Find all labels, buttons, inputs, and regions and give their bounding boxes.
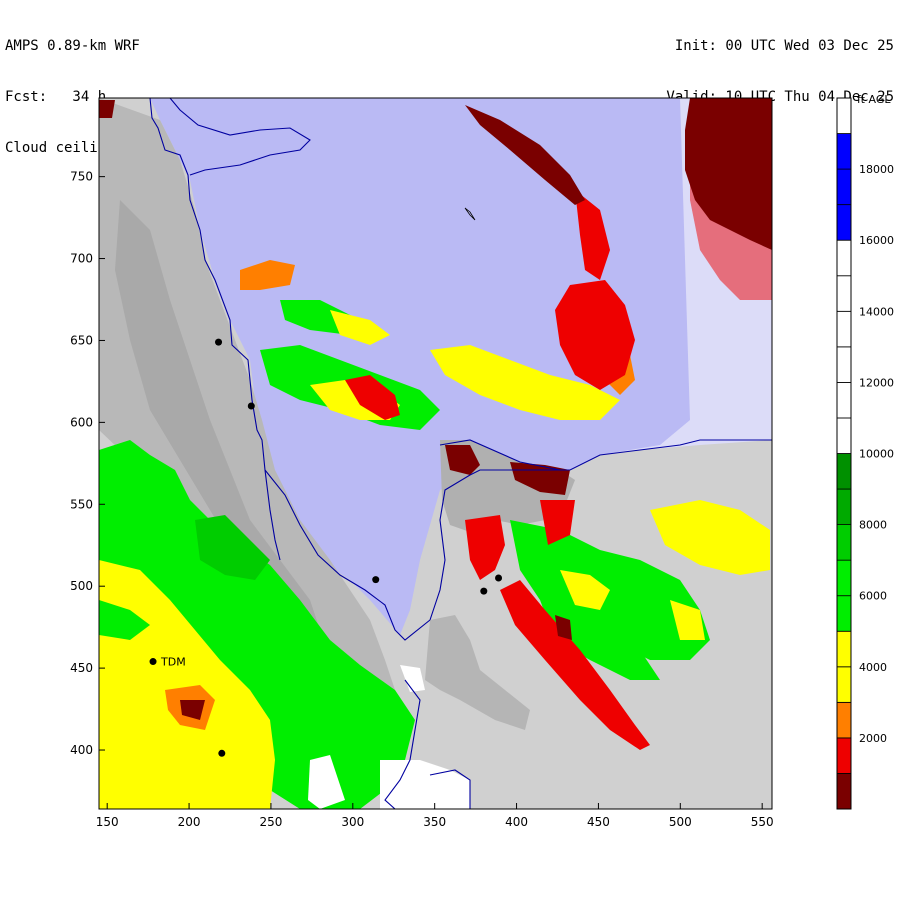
x-tick-label: 400 xyxy=(505,815,528,829)
colorbar-bin xyxy=(836,630,852,668)
colorbar-unit: ft AGL xyxy=(857,93,891,106)
colorbar-bin xyxy=(836,666,852,703)
x-tick-label: 500 xyxy=(669,815,692,829)
colorbar-bin xyxy=(836,559,852,597)
colorbar-bin xyxy=(836,773,852,810)
station-dot xyxy=(149,658,157,666)
colorbar-bin xyxy=(836,524,852,561)
colorbar-bin xyxy=(836,488,852,525)
x-tick-label: 550 xyxy=(751,815,774,829)
x-tick-label: 300 xyxy=(341,815,364,829)
colorbar-bin xyxy=(836,346,852,383)
x-tick-label: 250 xyxy=(259,815,282,829)
colorbar-label: 18000 xyxy=(859,163,894,176)
map-field: TDM xyxy=(99,98,772,809)
station-dot xyxy=(215,338,223,346)
colorbar: ft AGL 2000 4000 6000 8000 10000 12000 14000 16… xyxy=(836,93,894,810)
colorbar-label: 6000 xyxy=(859,590,887,603)
colorbar-bin xyxy=(836,595,852,632)
station-label: TDM xyxy=(160,656,186,669)
colorbar-bin xyxy=(836,701,852,739)
y-tick-label: 500 xyxy=(70,579,93,593)
colorbar-label: 2000 xyxy=(859,732,887,745)
station-dot xyxy=(372,576,380,584)
colorbar-bin xyxy=(836,97,852,134)
x-tick-label: 150 xyxy=(96,815,119,829)
map-figure: TDM 150 200 250 300 350 400 450 500 550 400 450 50… xyxy=(70,93,894,829)
station-dot xyxy=(480,587,488,595)
y-tick-label: 550 xyxy=(70,497,93,511)
y-tick-label: 400 xyxy=(70,743,93,757)
station-dot xyxy=(218,749,226,757)
colorbar-bin xyxy=(836,239,852,277)
y-tick-label: 700 xyxy=(70,252,93,266)
colorbar-bin xyxy=(836,310,852,348)
colorbar-bin xyxy=(836,381,852,419)
y-tick-label: 600 xyxy=(70,415,93,429)
colorbar-bin xyxy=(836,204,852,241)
station-dot xyxy=(495,574,503,582)
colorbar-bin xyxy=(836,453,852,490)
colorbar-bin xyxy=(836,168,852,206)
y-tick-label: 650 xyxy=(70,333,93,347)
y-tick-label: 750 xyxy=(70,170,93,184)
colorbar-bin xyxy=(836,417,852,454)
x-tick-label: 200 xyxy=(178,815,201,829)
colorbar-bin xyxy=(836,275,852,312)
colorbar-bin xyxy=(836,737,852,774)
x-tick-label: 450 xyxy=(587,815,610,829)
station-dot xyxy=(247,402,255,410)
colorbar-label: 10000 xyxy=(859,448,894,461)
colorbar-label: 8000 xyxy=(859,519,887,532)
x-tick-label: 350 xyxy=(423,815,446,829)
colorbar-label: 12000 xyxy=(859,376,894,389)
colorbar-label: 14000 xyxy=(859,305,894,318)
y-tick-label: 450 xyxy=(70,661,93,675)
colorbar-label: 16000 xyxy=(859,234,894,247)
colorbar-label: 4000 xyxy=(859,661,887,674)
colorbar-bin xyxy=(836,133,852,170)
